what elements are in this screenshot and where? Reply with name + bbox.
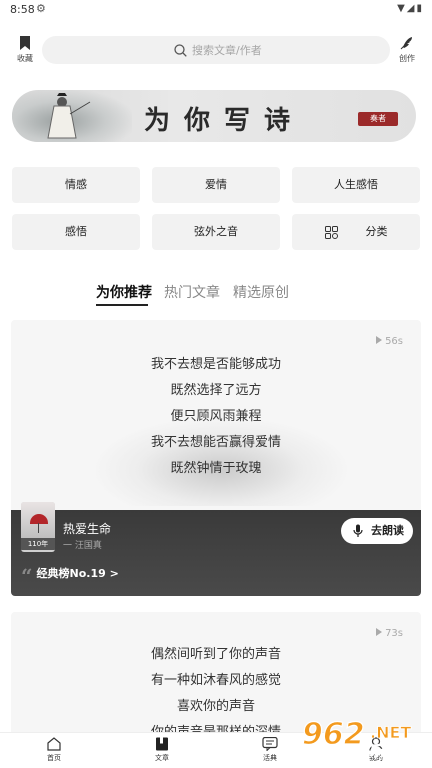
category-label: 感悟 (65, 225, 87, 238)
banner-title: 为你写诗 (144, 106, 305, 136)
ranking-text: 经典榜No.19 > (36, 567, 119, 580)
poem-title: 热爱生命 (63, 522, 112, 536)
cover-image[interactable]: 110年 (21, 502, 55, 552)
top-bar: 收藏 搜索文章/作者 创作 (0, 30, 432, 70)
read-aloud-button[interactable]: 去朗读 (341, 518, 413, 544)
cover-label: 110年 (21, 538, 55, 550)
duration-text: 73s (385, 628, 403, 639)
category-label: 情感 (65, 178, 87, 191)
wifi-icon: ▼ (397, 3, 407, 14)
ranking-link[interactable]: “经典榜No.19 > (21, 564, 119, 588)
category-overtones[interactable]: 弦外之音 (152, 214, 280, 250)
battery-icon: ▮ (416, 3, 424, 14)
poem-line: 既然钟情于玫瑰 (170, 461, 262, 476)
status-icons: ▼◢▮ (397, 3, 424, 14)
play-icon (376, 628, 383, 636)
nav-dictionary[interactable]: 活典 (250, 737, 290, 763)
category-label: 弦外之音 (194, 225, 238, 238)
bookmark-icon (20, 36, 30, 50)
favorites-button[interactable]: 收藏 (10, 30, 40, 64)
active-tab-indicator (96, 304, 148, 306)
nav-label: 文章 (155, 754, 169, 762)
poem-line: 我不去想能否赢得爱情 (150, 435, 281, 450)
category-insight[interactable]: 感悟 (12, 214, 140, 250)
site-watermark-logo: 962 .NET 乐游网 (301, 716, 412, 760)
poem-line: 既然选择了远方 (170, 383, 262, 398)
banner-badge: 奏者 (358, 112, 398, 126)
poem-card[interactable]: 56s 我不去想是否能够成功 既然选择了远方 便只顾风雨兼程 我不去想能否赢得爱… (11, 320, 421, 596)
category-label: 爱情 (205, 178, 227, 191)
article-tabs: 为你推荐 热门文章 精选原创 (0, 282, 432, 308)
tab-recommended[interactable]: 为你推荐 (96, 282, 152, 302)
category-emotion[interactable]: 情感 (12, 167, 140, 203)
svg-text:乐游网: 乐游网 (370, 743, 412, 760)
search-placeholder: 搜索文章/作者 (192, 44, 262, 57)
svg-text:962: 962 (302, 717, 365, 752)
poem-line: 我不去想是否能够成功 (150, 357, 281, 372)
tab-selected-originals[interactable]: 精选原创 (233, 282, 289, 302)
audio-player-bar: 110年 热爱生命 一 汪国真 去朗读 “经典榜No.19 > (11, 502, 421, 596)
category-label: 人生感悟 (334, 178, 378, 191)
status-bar: 8:58 ⚙ ▼◢▮ (0, 0, 432, 18)
nav-label: 首页 (47, 754, 61, 762)
category-life-insight[interactable]: 人生感悟 (292, 167, 420, 203)
duration-badge: 56s (376, 336, 403, 347)
book-icon (156, 737, 168, 751)
settings-status-icon: ⚙ (36, 2, 46, 15)
poet-figure-image (47, 93, 91, 139)
duration-text: 56s (385, 336, 403, 347)
grid-icon (324, 226, 338, 239)
play-icon (376, 336, 383, 344)
nav-label: 活典 (263, 754, 277, 762)
write-button[interactable]: 创作 (392, 30, 422, 64)
read-aloud-label: 去朗读 (371, 524, 404, 537)
nav-home[interactable]: 首页 (34, 737, 74, 763)
banner[interactable]: 为你写诗 奏者 (12, 90, 416, 142)
tab-hot-articles[interactable]: 热门文章 (164, 282, 220, 302)
category-love[interactable]: 爱情 (152, 167, 280, 203)
poem-line: 偶然间听到了你的声音 (150, 647, 281, 662)
home-icon (47, 737, 61, 751)
favorites-label: 收藏 (17, 54, 33, 63)
pen-icon (400, 37, 412, 50)
search-icon (174, 44, 187, 57)
category-label: 分类 (365, 225, 388, 238)
category-all[interactable]: 分类 (292, 214, 420, 250)
quote-icon: “ (21, 564, 33, 588)
poem-author: 一 汪国真 (63, 541, 102, 551)
search-input[interactable]: 搜索文章/作者 (42, 36, 390, 64)
svg-text:.NET: .NET (370, 723, 411, 742)
status-time: 8:58 (10, 3, 35, 16)
microphone-icon (353, 524, 363, 537)
duration-badge: 73s (376, 628, 403, 639)
message-icon (262, 737, 278, 751)
nav-articles[interactable]: 文章 (142, 737, 182, 763)
poem-line: 有一种如沐春风的感觉 (150, 673, 281, 688)
write-label: 创作 (399, 54, 415, 63)
poem-line: 便只顾风雨兼程 (170, 409, 262, 424)
